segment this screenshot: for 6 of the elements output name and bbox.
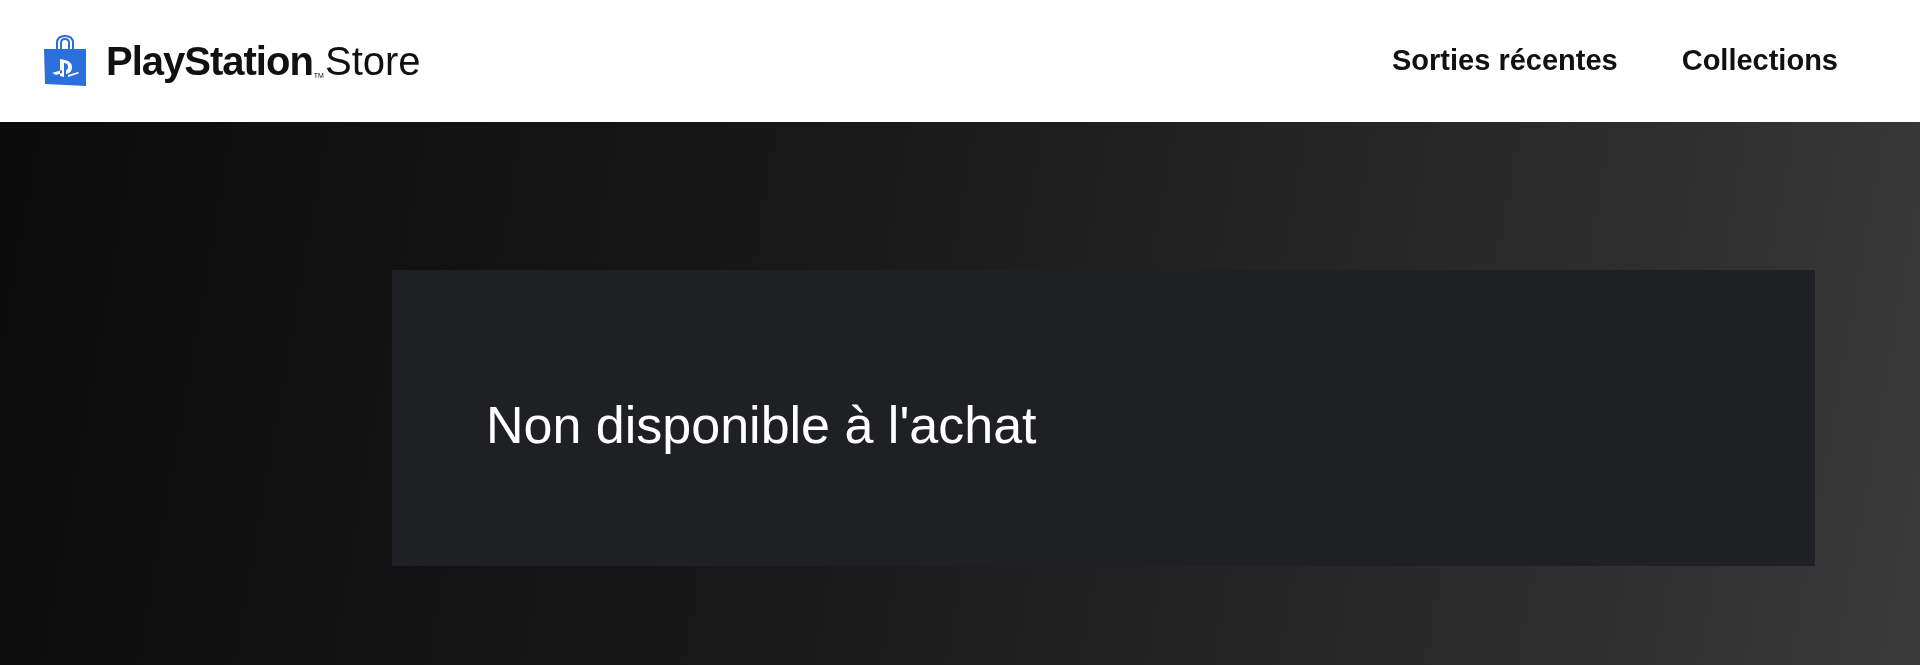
nav-link[interactable]: Sorties récentes xyxy=(1392,39,1618,83)
brand-name: PlayStation xyxy=(106,41,313,81)
shopping-bag-icon xyxy=(42,35,88,87)
availability-message: Non disponible à l'achat xyxy=(486,395,1037,456)
store-name: Store xyxy=(324,41,421,81)
nav-link[interactable]: Collections xyxy=(1681,39,1838,83)
